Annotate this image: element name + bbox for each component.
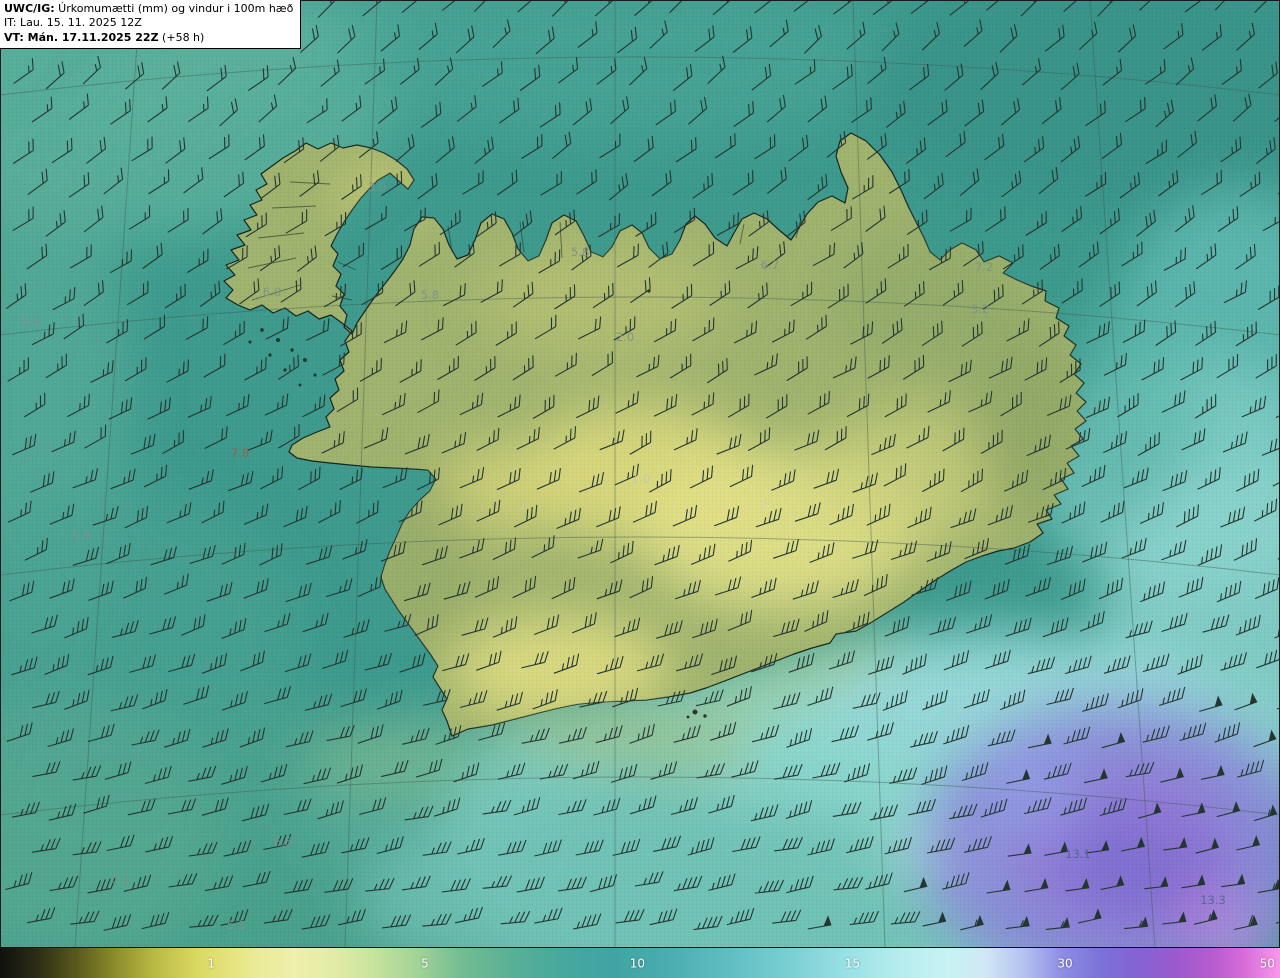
precip-value-label: 3.0 [368,180,386,194]
precip-value-label: 7.2 [975,260,993,274]
colorbar: 1 5 10 15 30 50 [0,947,1280,978]
precip-value-label: 6.6 [22,315,40,329]
colorbar-tick-label: 1 [207,956,216,971]
init-time: IT: Lau. 15. 11. 2025 12Z [4,16,142,30]
precip-value-label: 13.1 [1065,847,1091,861]
weather-map: 3.0 5.8 6.7 7.2 3.2 6.0 5.8 6.6 2.0 7.8 5.8 1.0 2 2 6.… [0,0,1280,978]
title-box: UWC/IG: Úrkomumætti (mm) og vindur i 100… [0,0,302,49]
colorbar-tick-label: 10 [629,956,646,971]
valid-time: VT: Mán. 17.11.2025 22Z (+58 h) [4,31,293,45]
product-title: UWC/IG: Úrkomumætti (mm) og vindur i 100… [4,2,293,16]
valid-time-offset: (+58 h) [158,30,205,44]
precip-value-label: 5.3 [227,918,245,932]
colorbar-tick-label: 50 [1259,956,1275,971]
precip-value-label: 13.3 [1200,893,1226,907]
colorbar-tick-label: 5 [421,956,429,971]
precip-value-label: 2.0 [616,330,634,344]
precip-value-label: 3.2 [971,302,989,316]
precip-value-label: 5.1 [112,872,130,886]
precip-value-label: 6.6 [274,835,292,849]
precip-value-label: 7.8 [231,446,249,460]
precip-value-label: 5.8 [72,528,90,542]
product-name: Úrkomumætti (mm) og vindur i 100m hæð [54,2,294,15]
valid-time-main: VT: Mán. 17.11.2025 22Z [4,30,159,44]
map-canvas: 3.0 5.8 6.7 7.2 3.2 6.0 5.8 6.6 2.0 7.8 5.8 1.0 2 2 6.… [0,0,1280,948]
precip-value-label: 6.7 [761,258,779,272]
precip-value-label: 5.8 [421,288,439,302]
precip-value-label: 5.8 [571,245,589,259]
precip-value-label: 1.0 [632,472,650,486]
colorbar-tick-label: 30 [1057,956,1073,971]
precip-value-label: 2 [519,498,526,512]
model-name: UWC/IG: [4,2,55,15]
colorbar-tick-label: 15 [844,956,861,971]
precip-value-label: 6.0 [263,285,281,299]
colorbar-ticks: 1 5 10 15 30 50 [0,948,1280,978]
precip-value-label: 2 [760,498,767,512]
